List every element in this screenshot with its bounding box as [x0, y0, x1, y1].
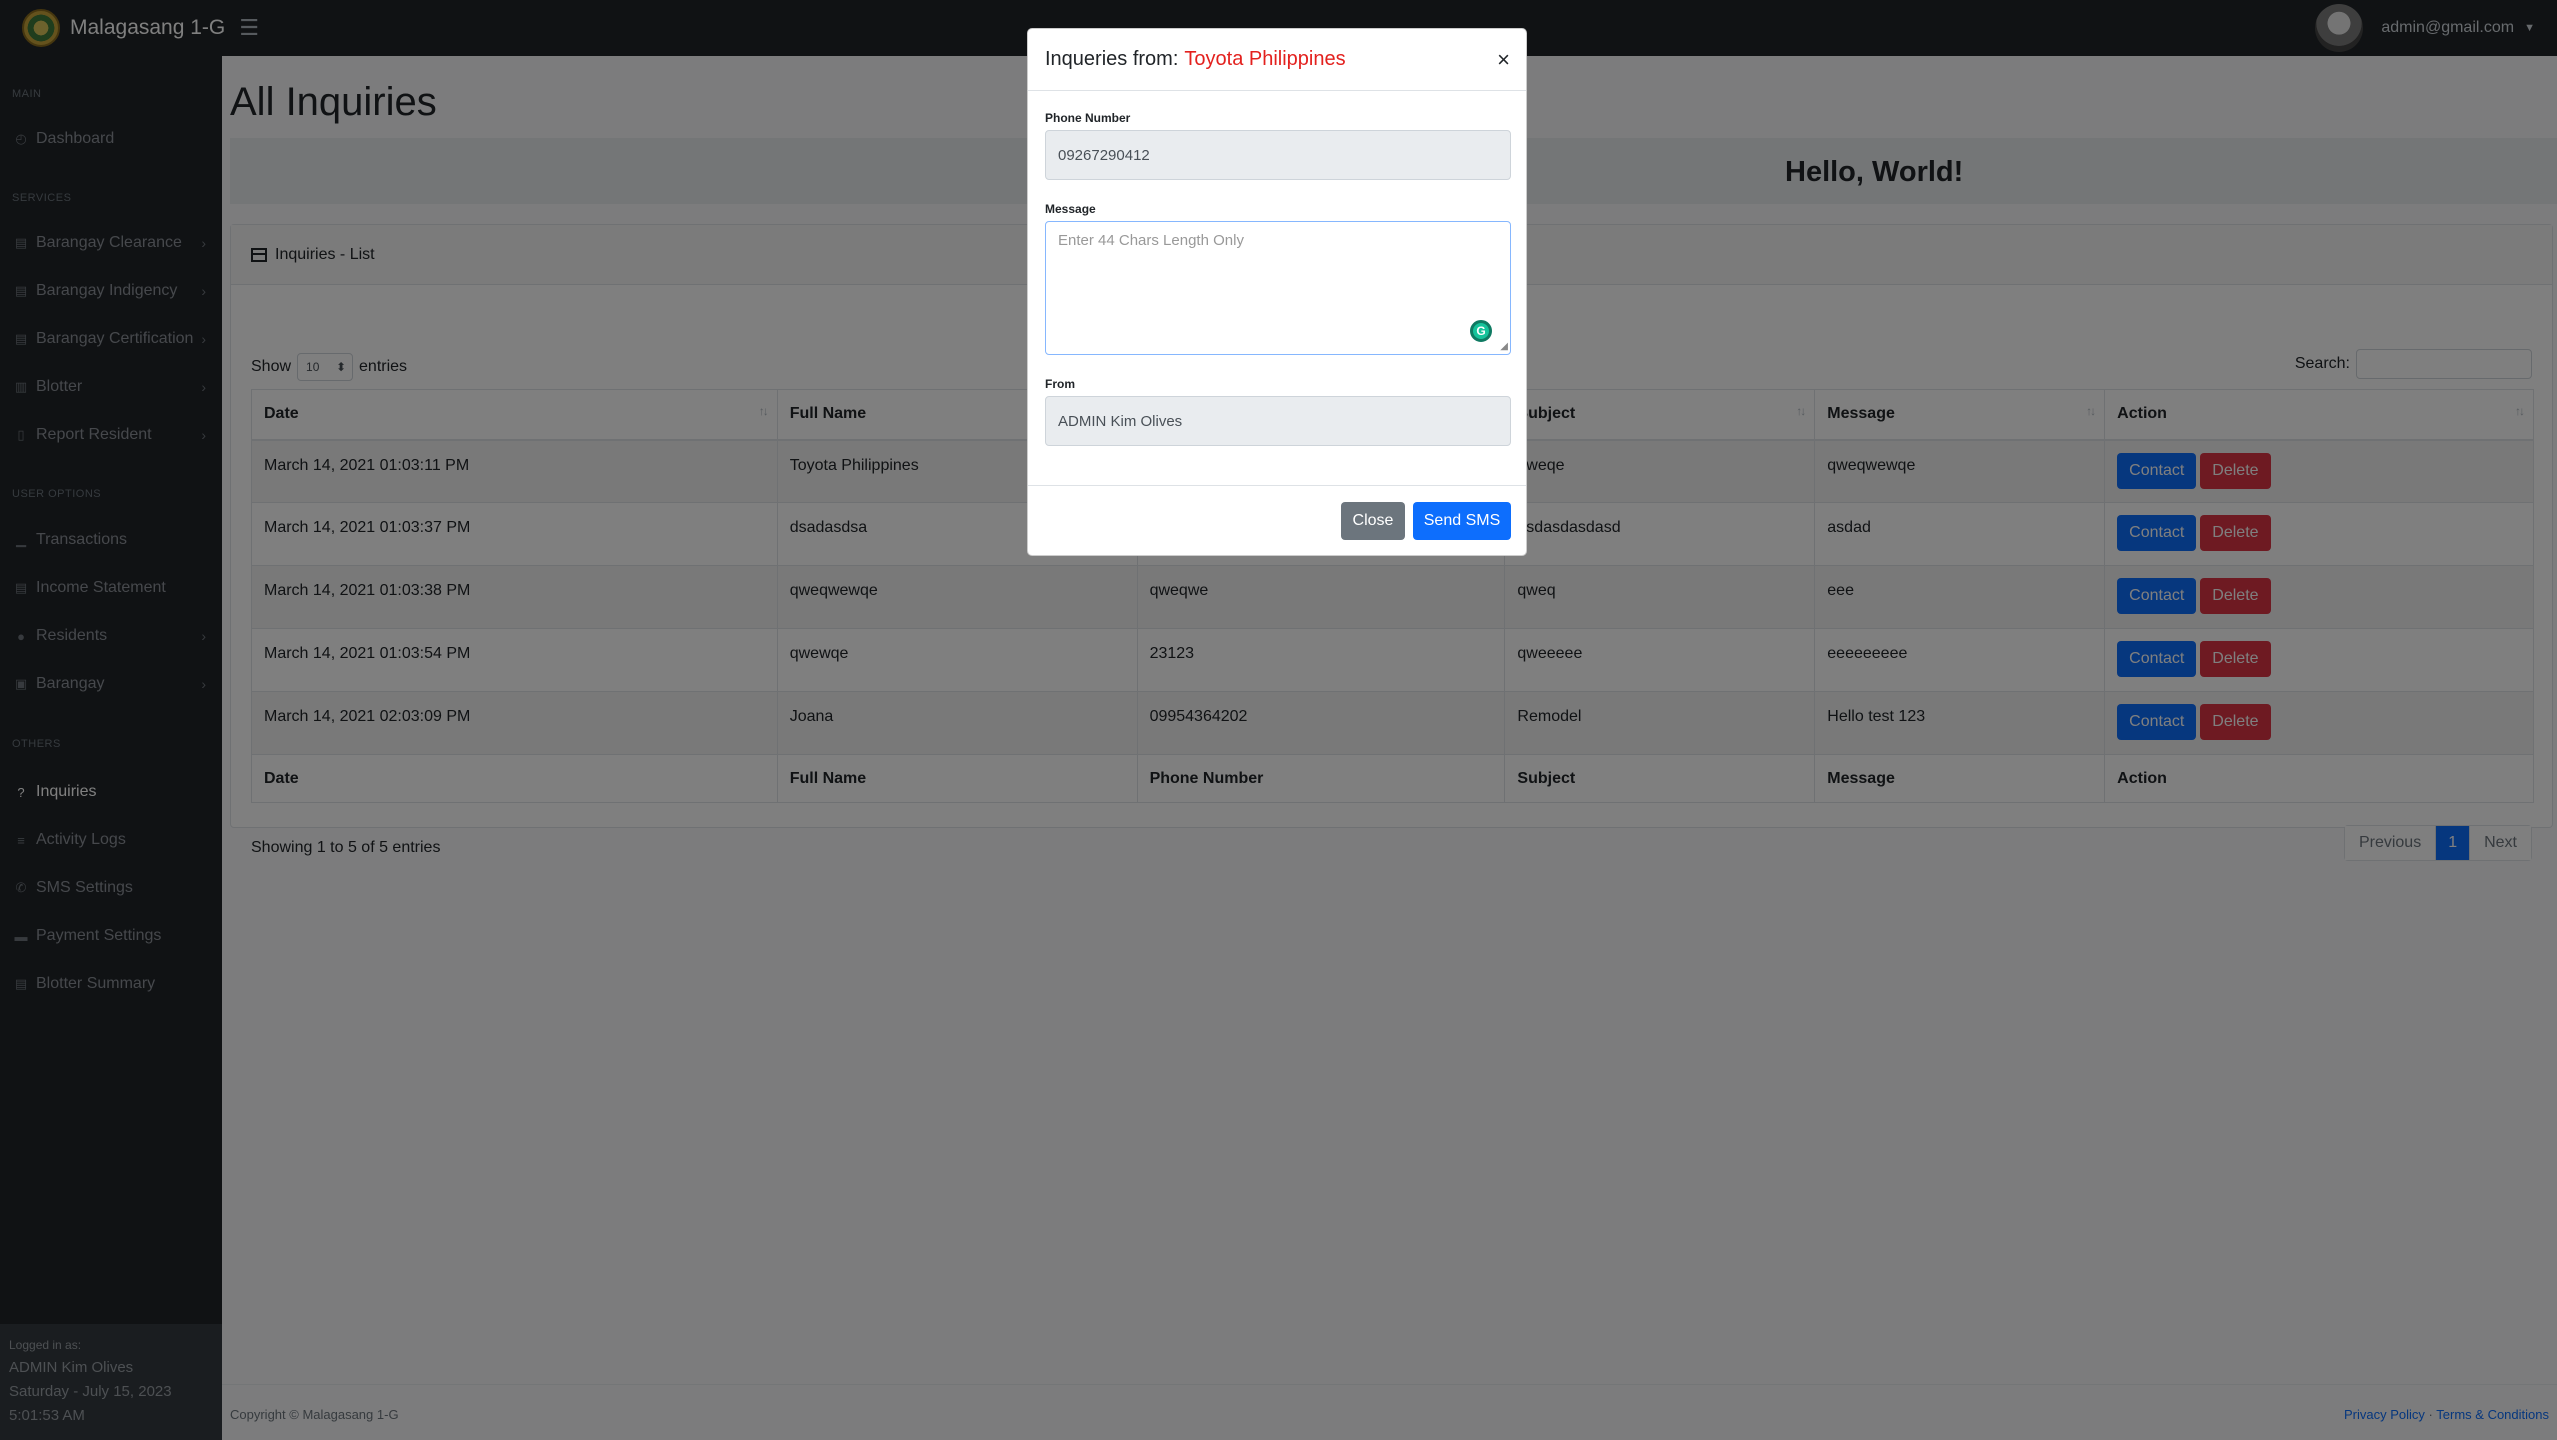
- close-button[interactable]: Close: [1341, 502, 1405, 540]
- from-field[interactable]: ADMIN Kim Olives: [1045, 396, 1511, 446]
- modal-header: Inqueries from: Toyota Philippines ×: [1028, 29, 1526, 91]
- from-label: From: [1045, 377, 1075, 391]
- modal-body: Phone Number 09267290412 Message Enter 4…: [1045, 91, 1511, 446]
- modal-title-prefix: Inqueries from:: [1045, 48, 1179, 70]
- resize-handle-icon[interactable]: ◢: [1500, 341, 1508, 352]
- send-sms-button[interactable]: Send SMS: [1413, 502, 1511, 540]
- sms-modal: Inqueries from: Toyota Philippines × Pho…: [1027, 28, 1527, 556]
- close-icon[interactable]: ×: [1497, 47, 1510, 73]
- modal-footer: Close Send SMS: [1028, 485, 1526, 555]
- phone-number-label: Phone Number: [1045, 111, 1131, 125]
- message-textarea[interactable]: Enter 44 Chars Length Only G ◢: [1045, 221, 1511, 355]
- message-label: Message: [1045, 202, 1096, 216]
- message-placeholder: Enter 44 Chars Length Only: [1058, 232, 1244, 249]
- modal-title-name: Toyota Philippines: [1184, 48, 1346, 70]
- grammarly-icon[interactable]: G: [1470, 320, 1492, 342]
- phone-number-field[interactable]: 09267290412: [1045, 130, 1511, 180]
